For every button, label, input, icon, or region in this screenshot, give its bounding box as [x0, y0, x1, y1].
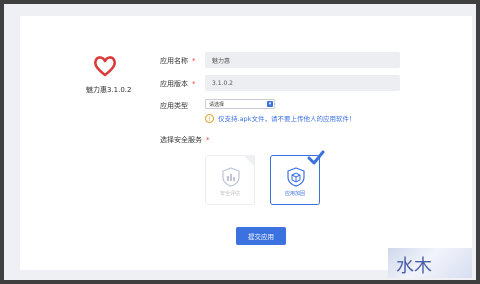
required-mark: *	[206, 136, 210, 144]
app-type-label: 应用类型	[160, 102, 188, 110]
app-logo	[88, 55, 122, 77]
version-field[interactable]: 3.1.0.2	[205, 75, 400, 91]
app-name-field[interactable]: 魅力惠	[205, 52, 400, 68]
app-name-label: 应用名称 *	[160, 57, 196, 65]
card-label: 安全评估	[219, 191, 240, 197]
required-mark: *	[192, 57, 196, 65]
info-icon: !	[205, 113, 214, 123]
submit-button[interactable]: 提交应用	[236, 227, 286, 245]
required-mark: *	[192, 80, 196, 88]
heart-icon	[94, 56, 116, 77]
service-card-assessment[interactable]: 安全评估	[205, 155, 255, 205]
chart-shield-icon	[222, 167, 240, 187]
select-value: 请选择	[209, 101, 225, 108]
version-label: 应用版本 *	[160, 80, 196, 88]
upload-notice: ! 仅支持.apk文件，请不要上传他人的应用软件！	[205, 113, 355, 123]
card-corner	[243, 155, 255, 167]
app-name-text: 魅力惠3.1.0.2	[86, 86, 132, 94]
service-card-hardening[interactable]: 应用加固	[270, 150, 325, 205]
chevron-down-icon: ▾	[267, 101, 273, 107]
services-label: 选择安全服务 *	[160, 136, 210, 144]
checkmark-icon	[307, 150, 325, 165]
watermark: 水木	[388, 248, 472, 278]
watermark-text: 水木	[396, 256, 432, 277]
app-type-select[interactable]: 请选择 ▾	[205, 99, 275, 109]
notice-text: 仅支持.apk文件，请不要上传他人的应用软件！	[218, 115, 356, 123]
box-shield-icon	[287, 167, 305, 187]
card-label: 应用加固	[284, 191, 305, 197]
